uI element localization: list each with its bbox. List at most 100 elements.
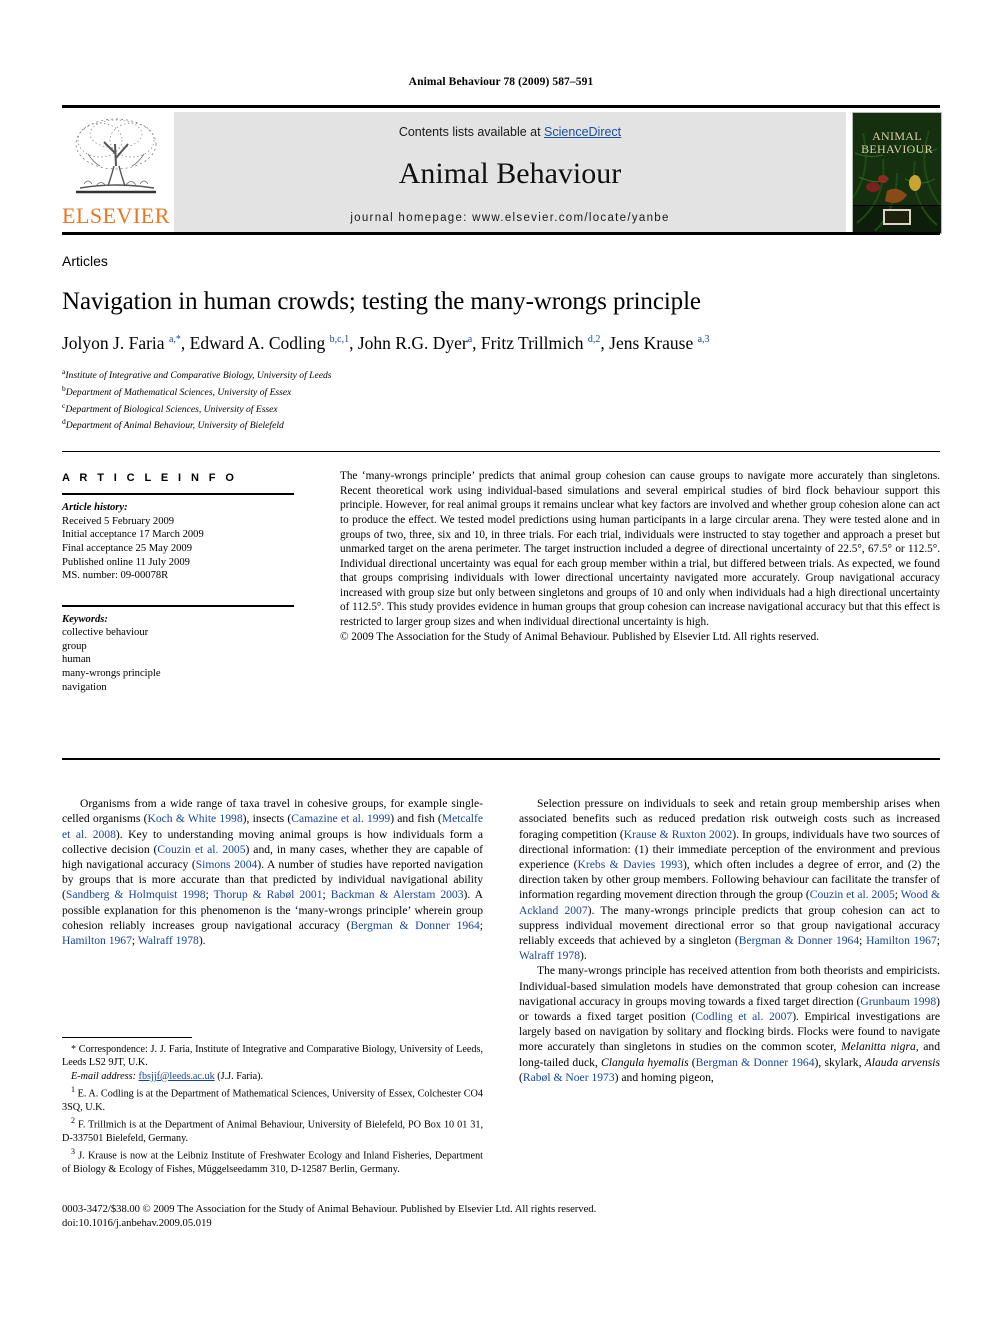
sciencedirect-link[interactable]: ScienceDirect: [544, 125, 621, 139]
citation-link[interactable]: Bergman & Donner 1964: [696, 1056, 815, 1069]
keywords-items: collective behaviour group human many-wrong…: [62, 626, 312, 694]
citation-link[interactable]: Sandberg & Holmquist 1998: [66, 888, 206, 901]
citation-link[interactable]: Hamilton 1967: [62, 934, 132, 947]
journal-masthead: ELSEVIER Contents lists available at Sci…: [62, 105, 942, 235]
keywords-label: Keywords:: [62, 613, 108, 625]
article-history: Article history: Received 5 February 200…: [62, 501, 312, 583]
footer-doi-line: doi:10.1016/j.anbehav.2009.05.019: [62, 1218, 212, 1229]
footnote-1-marker: 1: [71, 1084, 75, 1094]
footer-issn-line: 0003-3472/$38.00 © 2009 The Association …: [62, 1204, 597, 1215]
body-column-left: Organisms from a wide range of taxa trav…: [62, 796, 483, 948]
footnote-2-text: F. Trillmich is at the Department of Ani…: [62, 1119, 483, 1144]
species-name: Melanitta nigra: [840, 1040, 916, 1054]
contents-lists-prefix: Contents lists available at: [398, 125, 545, 139]
page-title: Navigation in human crowds; testing the …: [62, 288, 701, 315]
footnote-3: 3 J. Krause is now at the Leibniz Instit…: [62, 1145, 483, 1176]
email-link[interactable]: fbsjjf@leeds.ac.uk: [139, 1071, 215, 1082]
abstract-divider: [62, 758, 940, 761]
citation-link[interactable]: Walraff 1978: [519, 949, 580, 962]
footnote-rule: [62, 1037, 192, 1038]
email-label: E-mail address:: [71, 1070, 136, 1082]
journal-banner: Contents lists available at ScienceDirec…: [174, 112, 846, 232]
journal-title: Animal Behaviour: [398, 157, 622, 190]
citation-link[interactable]: Couzin et al. 2005: [810, 888, 895, 901]
body-column-right: Selection pressure on individuals to see…: [519, 796, 940, 1085]
author-list: Jolyon J. Faria a,*, Edward A. Codling b…: [62, 333, 710, 353]
affiliation-item: aInstitute of Integrative and Comparativ…: [62, 367, 332, 382]
affiliation-marker: c: [62, 400, 66, 410]
citation-link[interactable]: Rabøl & Noer 1973: [523, 1071, 615, 1084]
body-paragraph: Organisms from a wide range of taxa trav…: [62, 797, 484, 947]
citation-link[interactable]: Bergman & Donner 1964: [351, 919, 480, 932]
species-name: Clangula hyemalis: [601, 1055, 689, 1069]
article-history-label: Article history:: [62, 502, 128, 514]
footnote-email: E-mail address: fbsjjf@leeds.ac.uk (J.J.…: [62, 1070, 483, 1083]
citation-link[interactable]: Backman & Alerstam 2003: [331, 888, 464, 901]
citation-link[interactable]: Thorup & Rabøl 2001: [214, 888, 323, 901]
keyword-item: many-wrongs principle: [62, 668, 161, 680]
affiliation-item: bDepartment of Mathematical Sciences, Un…: [62, 383, 292, 398]
affiliation-marker: d: [62, 417, 66, 427]
footnote-1-text: E. A. Codling is at the Department of Ma…: [62, 1088, 483, 1113]
elsevier-wordmark: ELSEVIER: [62, 203, 170, 228]
footnote-correspondence: * Correspondence: J. J. Faria, Institute…: [62, 1044, 483, 1069]
article-info-heading: A R T I C L E I N F O: [62, 472, 238, 485]
cover-title: ANIMAL BEHAVIOUR: [853, 130, 941, 156]
masthead-top-rule: [62, 105, 940, 108]
footnote-3-marker: 3: [71, 1146, 75, 1156]
email-suffix: (J.J. Faria).: [217, 1070, 264, 1082]
footnote-3-text: J. Krause is now at the Leibniz Institut…: [62, 1150, 484, 1175]
species-name: Alauda arvensis: [864, 1055, 940, 1069]
journal-article-page: Animal Behaviour 78 (2009) 587–591 ELSEV…: [0, 0, 992, 1323]
elsevier-tree-icon: [70, 114, 162, 200]
keyword-item: navigation: [62, 681, 107, 693]
article-info-rule-top: [62, 493, 294, 496]
footnote-2-marker: 2: [71, 1115, 75, 1125]
article-history-items: Received 5 February 2009 Initial acceptan…: [62, 515, 312, 583]
affiliation-item: dDepartment of Animal Behaviour, Univers…: [62, 417, 284, 432]
elsevier-logo: ELSEVIER: [62, 112, 170, 232]
article-history-item: Final acceptance 25 May 2009: [62, 542, 193, 554]
article-history-item: Received 5 February 2009: [62, 515, 175, 527]
page-footer: 0003-3472/$38.00 © 2009 The Association …: [62, 1203, 940, 1231]
citation-link[interactable]: Krause & Ruxton 2002: [624, 828, 732, 841]
citation-link[interactable]: Koch & White 1998: [147, 812, 242, 825]
keyword-item: collective behaviour: [62, 627, 149, 639]
citation-link[interactable]: Hamilton 1967: [866, 934, 937, 947]
page-sheet: Animal Behaviour 78 (2009) 587–591 ELSEV…: [62, 0, 942, 1323]
citation-link[interactable]: Metcalfe et al. 2008: [62, 812, 483, 840]
keywords-block: Keywords: collective behaviour group human…: [62, 613, 312, 695]
footnotes-block: * Correspondence: J. J. Faria, Institute…: [62, 1037, 483, 1176]
body-paragraph: The many-wrongs principle has received a…: [519, 964, 941, 1084]
citation-link[interactable]: Codling et al. 2007: [695, 1010, 792, 1023]
citation-link[interactable]: Simons 2004: [196, 858, 258, 871]
abstract-copyright: © 2009 The Association for the Study of …: [340, 630, 820, 643]
journal-cover-thumbnail: ANIMAL BEHAVIOUR: [852, 112, 942, 234]
article-history-item: MS. number: 09-00078R: [62, 570, 169, 582]
masthead-bottom-rule: [62, 232, 940, 235]
abstract-column: The ‘many-wrongs principle’ predicts tha…: [340, 469, 940, 644]
article-info-rule-mid: [62, 604, 294, 607]
citation-link[interactable]: Grunbaum 1998: [860, 995, 936, 1008]
keyword-item: human: [62, 654, 91, 666]
affiliation-marker: b: [62, 383, 66, 393]
citation-link[interactable]: Walraff 1978: [138, 934, 199, 947]
citation-link[interactable]: Bergman & Donner 1964: [739, 934, 859, 947]
journal-homepage[interactable]: journal homepage: www.elsevier.com/locat…: [174, 212, 846, 224]
info-abstract-block: A R T I C L E I N F O Article history: R…: [62, 469, 940, 752]
affiliation-marker: a: [62, 367, 66, 376]
body-paragraph: Selection pressure on individuals to see…: [519, 797, 941, 963]
affiliation-item: cDepartment of Biological Sciences, Univ…: [62, 400, 278, 415]
citation-link[interactable]: Krebs & Davies 1993: [578, 858, 683, 871]
citation-link[interactable]: Couzin et al. 2005: [157, 843, 245, 856]
keyword-item: group: [62, 640, 87, 652]
citation-link[interactable]: Camazine et al. 1999: [291, 812, 390, 825]
contents-lists-line: Contents lists available at ScienceDirec…: [174, 112, 846, 139]
abstract-text: The ‘many-wrongs principle’ predicts tha…: [340, 470, 940, 629]
running-head: Animal Behaviour 78 (2009) 587–591: [408, 76, 594, 88]
title-divider: [62, 451, 940, 453]
cover-title-line2: BEHAVIOUR: [861, 142, 933, 156]
affiliation-list: aInstitute of Integrative and Comparativ…: [62, 366, 940, 433]
footnote-2: 2 F. Trillmich is at the Department of A…: [62, 1114, 483, 1145]
